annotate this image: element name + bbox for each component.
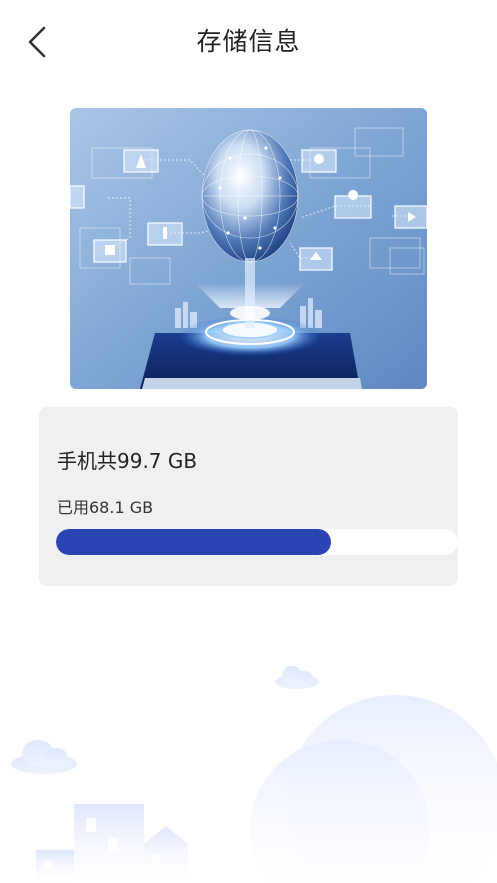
total-storage-label: 手机共99.7 GB	[57, 449, 198, 473]
storage-card: 手机共99.7 GB 已用68.1 GB	[39, 407, 458, 586]
storage-progress-bar	[56, 529, 458, 555]
storage-info-screen: 存储信息 手机共99.7 GB 已用68.1 GB	[0, 0, 497, 883]
storage-hero-image	[70, 108, 427, 389]
header: 存储信息	[0, 0, 497, 84]
page-title: 存储信息	[196, 27, 301, 56]
used-storage-label: 已用68.1 GB	[57, 498, 154, 517]
background-scenery	[0, 640, 497, 883]
storage-progress-fill	[56, 529, 331, 555]
